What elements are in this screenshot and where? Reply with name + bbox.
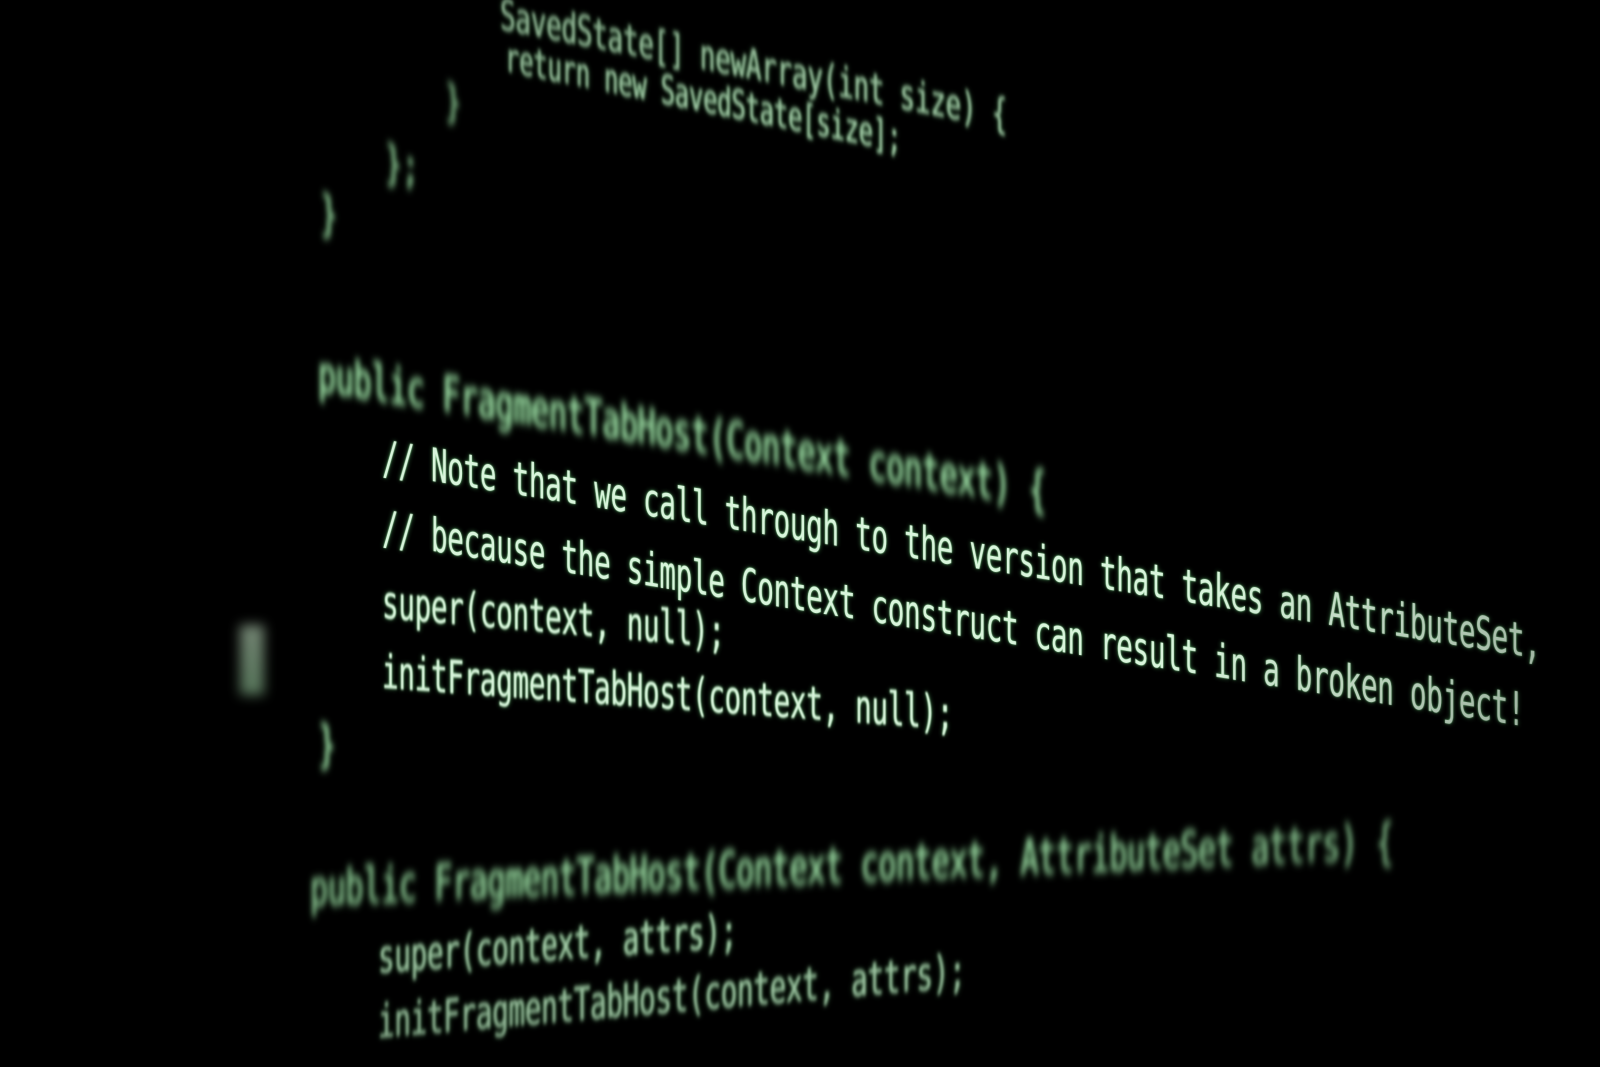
gutter-marker <box>240 625 264 695</box>
code-line: }; <box>385 135 419 195</box>
code-line: } <box>320 185 338 244</box>
code-line: } <box>318 715 336 775</box>
code-line: initFragmentTabHost(context, null); <box>382 645 954 741</box>
code-line: } <box>445 75 462 129</box>
code-line: public FragmentTabHost(Context context, … <box>310 812 1394 918</box>
code-screen-photo: SavedState[] newArray(int size) { return… <box>0 0 1600 1067</box>
